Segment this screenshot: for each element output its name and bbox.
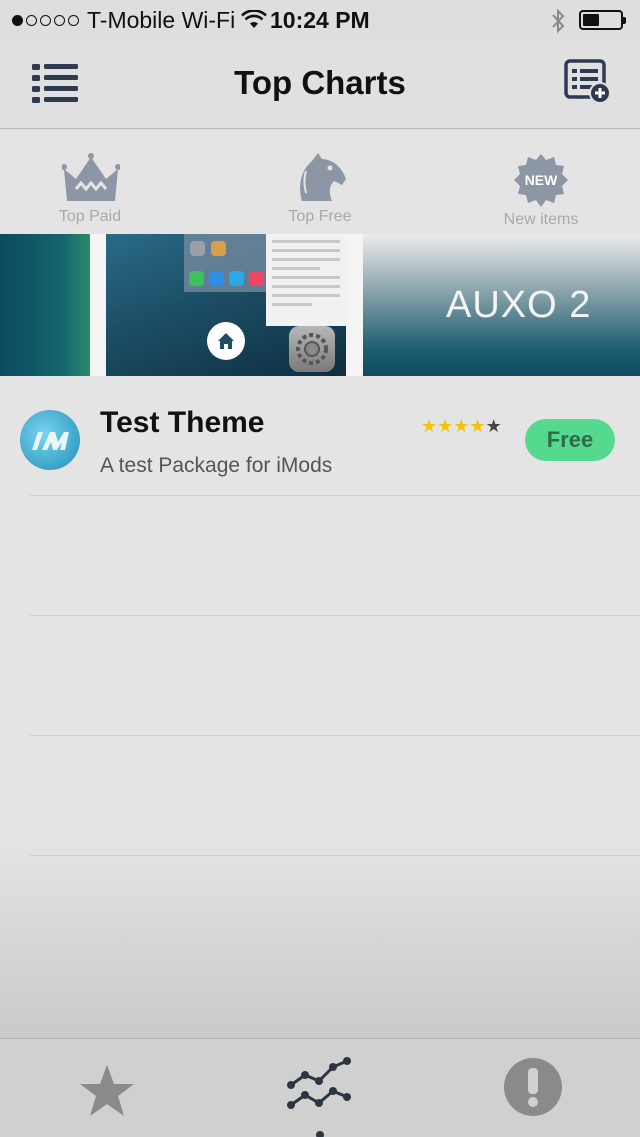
divider	[30, 615, 640, 616]
status-bar: T-Mobile Wi-Fi 10:24 PM	[0, 0, 640, 40]
settings-app-icon	[289, 326, 335, 372]
clock: 10:24 PM	[270, 7, 370, 33]
charts-tab-button[interactable]	[259, 1039, 379, 1137]
star-icon: ★	[421, 416, 438, 436]
banner-slide-previous	[0, 234, 90, 376]
tab-label: New items	[503, 211, 579, 228]
new-badge-text: NEW	[525, 172, 558, 188]
banner-title: AUXO 2	[446, 284, 592, 326]
star-icon: ★	[437, 416, 454, 436]
star-icon: ★	[453, 416, 470, 436]
app-icon	[189, 271, 204, 286]
app-icon	[211, 241, 226, 256]
divider	[30, 735, 640, 736]
star-icon: ★	[485, 416, 502, 436]
horse-icon	[300, 153, 346, 201]
bottom-tab-bar	[0, 1038, 640, 1137]
home-icon	[207, 322, 245, 360]
app-icon	[209, 271, 224, 286]
tab-label: Top Paid	[58, 208, 122, 225]
package-name: Test Theme	[100, 406, 265, 439]
price-button[interactable]: Free	[525, 419, 615, 461]
add-to-list-icon	[564, 59, 611, 104]
rating-stars: ★★★★★	[421, 416, 502, 437]
crown-icon	[62, 153, 120, 201]
wifi-icon	[241, 10, 268, 28]
settings-panel-preview	[266, 234, 346, 326]
app-icon	[229, 271, 244, 286]
divider	[30, 855, 640, 856]
star-icon: ★	[469, 416, 486, 436]
tab-top-free[interactable]: Top Free	[230, 129, 410, 234]
signal-strength-icon	[12, 14, 79, 26]
bluetooth-icon	[552, 8, 565, 34]
divider	[30, 495, 640, 496]
tab-top-paid[interactable]: Top Paid	[0, 129, 180, 234]
navigation-bar: Top Charts	[0, 40, 640, 129]
alert-icon	[504, 1058, 562, 1116]
new-badge-icon: NEW	[514, 154, 568, 207]
tab-new-items[interactable]: NEW New items	[451, 129, 631, 234]
carrier-info: T-Mobile Wi-Fi	[12, 6, 268, 34]
featured-tab-button[interactable]	[47, 1039, 167, 1137]
category-tabs: Top Paid Top Free NEW New items	[0, 129, 640, 234]
carrier-name: T-Mobile Wi-Fi	[87, 6, 236, 33]
add-to-list-button[interactable]	[562, 58, 614, 106]
tab-label: Top Free	[288, 208, 352, 225]
alerts-tab-button[interactable]	[472, 1039, 592, 1137]
page-title: Top Charts	[234, 64, 406, 101]
app-icon	[190, 241, 205, 256]
app-icon	[249, 271, 264, 286]
chart-icon	[287, 1057, 351, 1137]
package-icon	[20, 410, 80, 470]
battery-icon	[579, 10, 626, 30]
package-description: A test Package for iMods	[100, 454, 333, 477]
star-icon	[80, 1065, 134, 1116]
